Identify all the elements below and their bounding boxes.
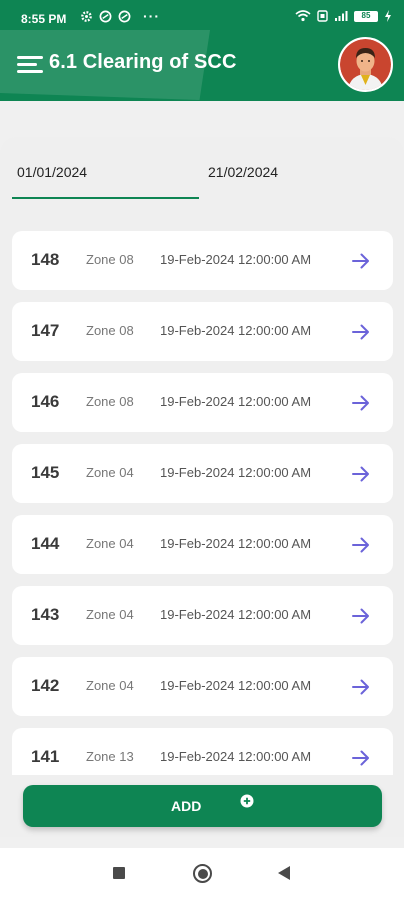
record-number: 141 [31, 747, 60, 766]
record-card[interactable]: 144 Zone 04 19-Feb-2024 12:00:00 AM [12, 515, 393, 574]
more-notifications-icon: ··· [143, 8, 160, 24]
record-card[interactable]: 146 Zone 08 19-Feb-2024 12:00:00 AM [12, 373, 393, 432]
record-zone: Zone 08 [86, 323, 134, 338]
record-number: 142 [31, 676, 60, 695]
record-number: 148 [31, 250, 60, 269]
record-date: 19-Feb-2024 12:00:00 AM [160, 252, 312, 267]
charging-bolt-icon [385, 10, 391, 22]
recent-apps-button[interactable] [113, 867, 125, 879]
record-zone: Zone 04 [86, 678, 134, 693]
record-date: 19-Feb-2024 12:00:00 AM [160, 536, 312, 551]
status-notification-icons [80, 10, 131, 23]
record-date: 19-Feb-2024 12:00:00 AM [160, 749, 312, 764]
arrow-right-icon[interactable] [350, 250, 372, 272]
add-button[interactable]: ADD [23, 785, 382, 827]
home-button[interactable] [193, 864, 212, 883]
records-list[interactable]: 148 Zone 08 19-Feb-2024 12:00:00 AM 147 Zone… [0, 228, 404, 775]
date-to-field[interactable]: 21/02/2024 [208, 164, 278, 180]
menu-button[interactable] [17, 54, 43, 74]
record-card[interactable]: 148 Zone 08 19-Feb-2024 12:00:00 AM [12, 231, 393, 290]
record-zone: Zone 08 [86, 252, 134, 267]
record-zone: Zone 04 [86, 607, 134, 622]
status-right-icons: 85 [295, 10, 392, 22]
record-zone: Zone 04 [86, 536, 134, 551]
record-card[interactable]: 145 Zone 04 19-Feb-2024 12:00:00 AM [12, 444, 393, 503]
menu-line [17, 56, 43, 59]
status-time: 8:55 PM [21, 12, 67, 26]
add-circle-icon [240, 794, 254, 808]
record-date: 19-Feb-2024 12:00:00 AM [160, 607, 312, 622]
arrow-right-icon[interactable] [350, 321, 372, 343]
notification-app-icon [99, 10, 112, 23]
record-card[interactable]: 143 Zone 04 19-Feb-2024 12:00:00 AM [12, 586, 393, 645]
date-from-field[interactable]: 01/01/2024 [17, 164, 87, 180]
active-field-underline [12, 197, 199, 199]
record-zone: Zone 08 [86, 394, 134, 409]
menu-line [17, 63, 37, 66]
back-button[interactable] [278, 866, 290, 880]
arrow-right-icon[interactable] [350, 747, 372, 769]
record-card[interactable]: 147 Zone 08 19-Feb-2024 12:00:00 AM [12, 302, 393, 361]
status-bar: 8:55 PM ··· 85 [0, 0, 404, 38]
arrow-right-icon[interactable] [350, 463, 372, 485]
app-header: 8:55 PM ··· 85 6.1 Clearing of SCC [0, 0, 404, 101]
sim-card-icon [317, 10, 328, 22]
record-zone: Zone 13 [86, 749, 134, 764]
arrow-right-icon[interactable] [350, 605, 372, 627]
record-zone: Zone 04 [86, 465, 134, 480]
arrow-right-icon[interactable] [350, 676, 372, 698]
battery-icon: 85 [354, 10, 378, 22]
signal-icon [335, 11, 348, 21]
record-number: 147 [31, 321, 60, 340]
avatar-illustration [340, 39, 391, 90]
notification-app-icon-2 [118, 10, 131, 23]
arrow-right-icon[interactable] [350, 392, 372, 414]
record-card[interactable]: 141 Zone 13 19-Feb-2024 12:00:00 AM [12, 728, 393, 775]
system-nav-bar [0, 848, 404, 900]
add-button-label: ADD [171, 798, 202, 814]
record-card[interactable]: 142 Zone 04 19-Feb-2024 12:00:00 AM [12, 657, 393, 716]
wifi-icon [295, 10, 311, 22]
record-number: 143 [31, 605, 60, 624]
record-number: 146 [31, 392, 60, 411]
settings-gear-icon [81, 11, 92, 22]
record-date: 19-Feb-2024 12:00:00 AM [160, 678, 312, 693]
user-avatar[interactable] [338, 37, 393, 92]
arrow-right-icon[interactable] [350, 534, 372, 556]
record-date: 19-Feb-2024 12:00:00 AM [160, 323, 312, 338]
record-number: 145 [31, 463, 60, 482]
record-number: 144 [31, 534, 60, 553]
menu-line [17, 70, 43, 73]
record-date: 19-Feb-2024 12:00:00 AM [160, 394, 312, 409]
record-date: 19-Feb-2024 12:00:00 AM [160, 465, 312, 480]
page-title: 6.1 Clearing of SCC [49, 51, 237, 73]
